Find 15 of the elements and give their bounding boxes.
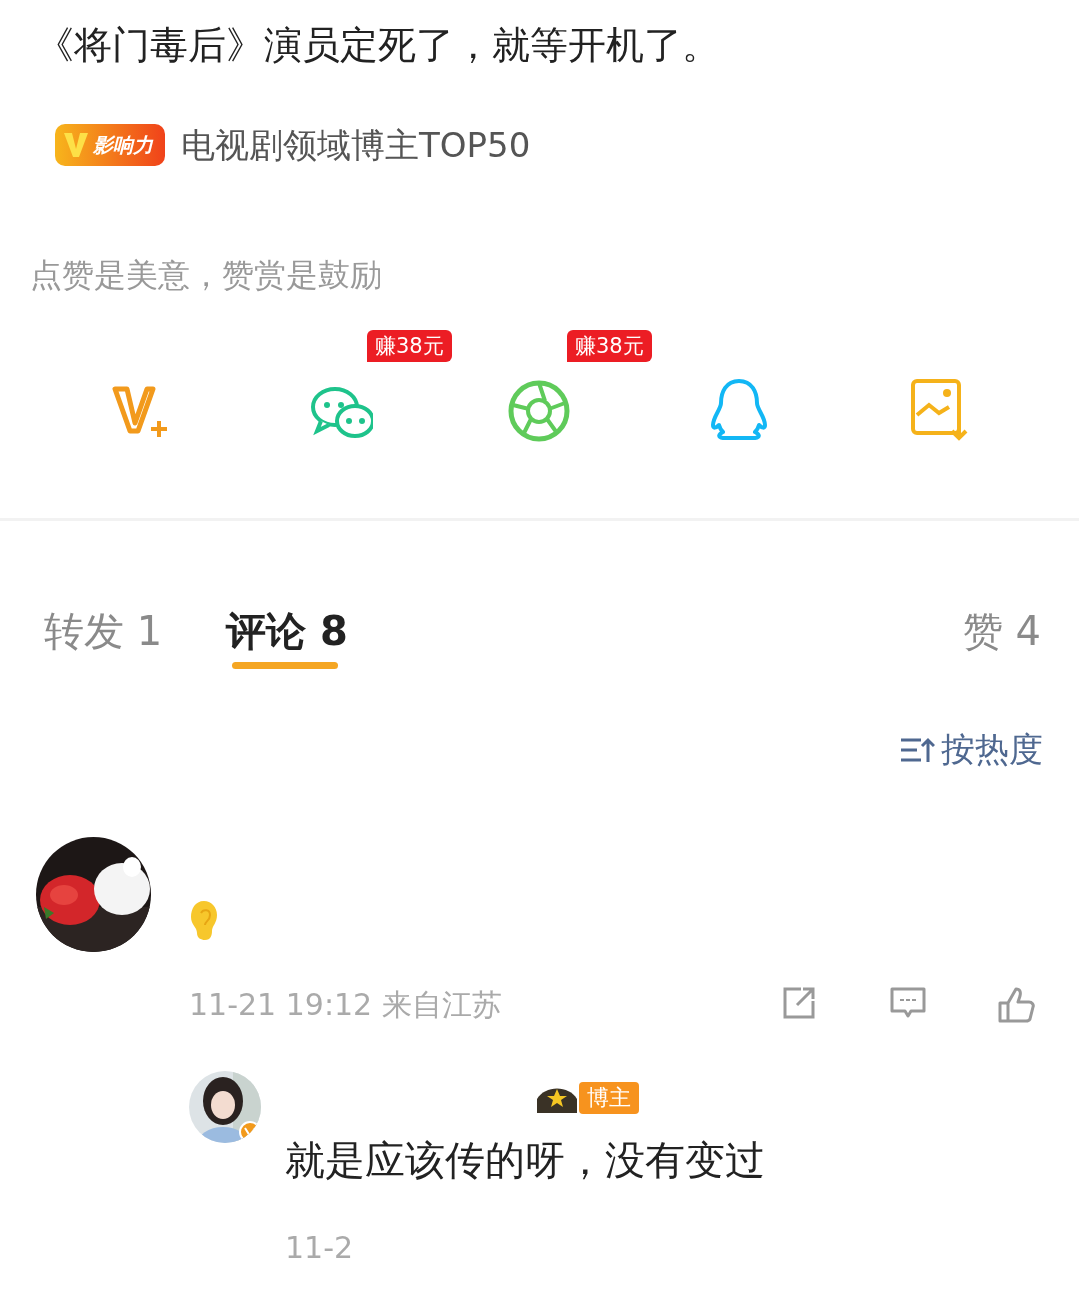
reply-text: 就是应该传的呀，没有变过 — [285, 1136, 766, 1185]
v-icon — [63, 131, 89, 159]
comment-meta: 11-21 19:12 来自江苏 — [189, 986, 502, 1024]
tab[interactable]: 转发 1 — [44, 607, 163, 669]
reward-tag: 赚38元 — [367, 330, 452, 362]
influence-badge: 影响力 — [55, 124, 165, 166]
reply-meta: 11-2 — [285, 1229, 355, 1267]
influence-label: 电视剧领域博主TOP50 — [181, 123, 531, 167]
author-tag: 博主 — [579, 1082, 639, 1114]
reward-tag: 赚38元 — [567, 330, 652, 362]
tab[interactable]: 赞 4 — [962, 607, 1041, 669]
reward-prompt: 点赞是美意，赞赏是鼓励 — [30, 255, 383, 295]
sort-button[interactable]: 按热度 — [941, 724, 1043, 775]
post-title: 《将门毒后》演员定死了，就等开机了。 — [35, 22, 721, 68]
tab[interactable]: 评论 8 — [226, 607, 348, 669]
